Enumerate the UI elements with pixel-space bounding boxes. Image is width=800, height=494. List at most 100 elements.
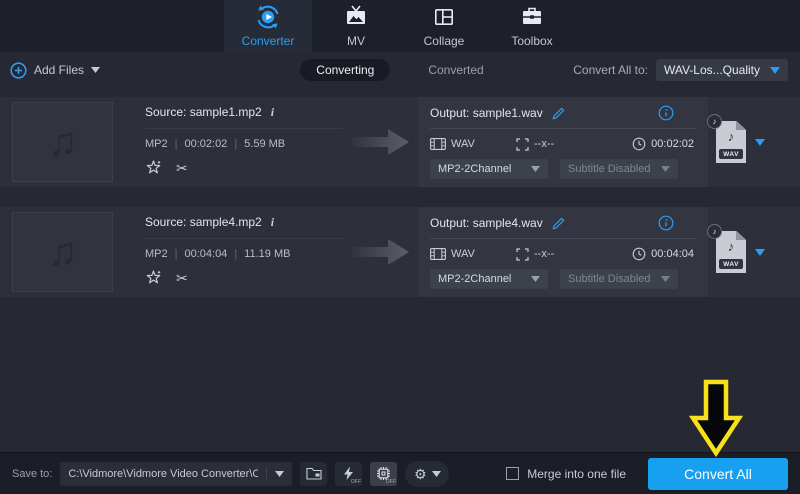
- off-tag: OFF: [351, 479, 362, 485]
- tab-toolbox[interactable]: Toolbox: [488, 0, 576, 52]
- output-resolution-value: --x--: [534, 248, 554, 260]
- tab-collage[interactable]: Collage: [400, 0, 488, 52]
- divider: [266, 467, 267, 481]
- media-format-icon: [430, 138, 446, 150]
- output-options: MP2-2Channel Subtitle Disabled: [430, 159, 696, 179]
- tab-mv[interactable]: MV: [312, 0, 400, 52]
- rename-pencil-icon[interactable]: [551, 216, 566, 231]
- audio-badge-icon: ♪: [707, 114, 722, 129]
- source-duration: 00:04:04: [184, 248, 227, 260]
- tab-converted[interactable]: Converted: [412, 59, 499, 81]
- file-row[interactable]: ♫ Source: sample1.mp2 i MP2| 00:02:02| 5…: [0, 97, 800, 187]
- audio-channel-dropdown[interactable]: MP2-2Channel: [430, 269, 548, 289]
- convert-all-to-value: WAV-Los...Quality: [664, 63, 760, 77]
- output-format-value: WAV: [451, 248, 475, 260]
- convert-all-button[interactable]: Convert All: [648, 458, 788, 490]
- annotation-arrow-down-icon: [689, 379, 743, 457]
- merge-checkbox[interactable]: [506, 467, 519, 480]
- audio-channel-value: MP2-2Channel: [438, 273, 511, 285]
- tab-converter[interactable]: Converter: [224, 0, 312, 52]
- audio-channel-value: MP2-2Channel: [438, 163, 511, 175]
- folder-icon: [306, 467, 322, 480]
- divider: [145, 238, 343, 239]
- wav-file-icon[interactable]: ♪ WAV ♪: [716, 121, 746, 163]
- open-folder-button[interactable]: [300, 462, 327, 486]
- source-column: Source: sample1.mp2 i MP2| 00:02:02| 5.5…: [145, 105, 357, 176]
- file-format-badge: WAV: [719, 259, 743, 269]
- off-tag: OFF: [386, 479, 397, 485]
- output-info-icon[interactable]: [658, 215, 674, 231]
- subtitle-value: Subtitle Disabled: [568, 163, 651, 175]
- source-meta: MP2| 00:02:02| 5.59 MB: [145, 138, 357, 150]
- source-size: 11.19 MB: [244, 248, 290, 260]
- music-note-icon: ♫: [48, 122, 78, 162]
- file-thumbnail[interactable]: ♫: [12, 102, 113, 182]
- wav-file-icon[interactable]: ♪ WAV ♪: [716, 231, 746, 273]
- output-filename: Output: sample1.wav: [430, 106, 543, 120]
- source-filename: Source: sample1.mp2: [145, 105, 262, 119]
- rename-pencil-icon[interactable]: [551, 106, 566, 121]
- tab-collage-label: Collage: [424, 34, 465, 48]
- subtitle-dropdown[interactable]: Subtitle Disabled: [560, 159, 678, 179]
- tab-converting[interactable]: Converting: [300, 59, 390, 81]
- tab-mv-label: MV: [347, 34, 365, 48]
- mv-icon: [343, 4, 369, 30]
- effects-star-icon[interactable]: [145, 269, 162, 286]
- output-meta: WAV --x-- 00:02:02: [430, 137, 696, 151]
- output-format-value: WAV: [451, 138, 475, 150]
- source-duration: 00:02:02: [184, 138, 227, 150]
- gpu-acceleration-button[interactable]: OFF: [370, 462, 397, 486]
- bottom-bar: Save to: C:\Vidmore\Vidmore Video Conver…: [0, 452, 800, 494]
- settings-button[interactable]: ⚙: [405, 461, 449, 487]
- convert-all-to-label: Convert All to:: [573, 63, 648, 77]
- toolbox-icon: [519, 4, 545, 30]
- chevron-down-icon: [661, 276, 670, 282]
- chevron-down-icon[interactable]: [275, 471, 284, 477]
- divider: [430, 238, 696, 239]
- source-meta: MP2| 00:04:04| 11.19 MB: [145, 248, 357, 260]
- conversion-arrow-icon: [352, 128, 410, 156]
- output-panel: Output: sample4.wav: [418, 207, 708, 297]
- cut-icon[interactable]: ✂: [176, 161, 188, 175]
- clock-icon: [632, 247, 646, 261]
- save-path-value: C:\Vidmore\Vidmore Video Converter\Conve…: [68, 468, 258, 480]
- source-info-icon[interactable]: i: [271, 215, 274, 230]
- subtitle-dropdown[interactable]: Subtitle Disabled: [560, 269, 678, 289]
- row-tools: ✂: [145, 269, 357, 286]
- subtitle-value: Subtitle Disabled: [568, 273, 651, 285]
- format-caret-icon[interactable]: [755, 139, 765, 146]
- output-panel: Output: sample1.wav: [418, 97, 708, 187]
- file-thumbnail[interactable]: ♫: [12, 212, 113, 292]
- top-navigation: Converter MV Collage: [0, 0, 800, 52]
- chevron-down-icon: [770, 67, 780, 74]
- chevron-down-icon: [531, 166, 540, 172]
- output-filename: Output: sample4.wav: [430, 216, 543, 230]
- effects-star-icon[interactable]: [145, 159, 162, 176]
- file-toolbar: Add Files Converting Converted Convert A…: [0, 52, 800, 88]
- source-format: MP2: [145, 248, 168, 260]
- tab-converter-label: Converter: [242, 34, 295, 48]
- save-path-field[interactable]: C:\Vidmore\Vidmore Video Converter\Conve…: [60, 462, 292, 486]
- merge-label: Merge into one file: [527, 467, 626, 481]
- output-meta: WAV --x-- 00:04:04: [430, 247, 696, 261]
- output-info-icon[interactable]: [658, 105, 674, 121]
- divider: [145, 128, 343, 129]
- convert-all-to-dropdown[interactable]: WAV-Los...Quality: [656, 59, 788, 81]
- media-format-icon: [430, 248, 446, 260]
- gear-icon: ⚙: [414, 467, 427, 481]
- output-resolution-value: --x--: [534, 138, 554, 150]
- file-format-badge: WAV: [719, 149, 743, 159]
- vidmore-video-converter-window: Converter MV Collage: [0, 0, 800, 494]
- cut-icon[interactable]: ✂: [176, 271, 188, 285]
- file-row[interactable]: ♫ Source: sample4.mp2 i MP2| 00:04:04| 1…: [0, 207, 800, 297]
- output-format-selector: ♪ WAV ♪: [716, 121, 765, 163]
- music-note-icon: ♪: [716, 239, 746, 254]
- save-to-label: Save to:: [12, 468, 52, 480]
- source-filename: Source: sample4.mp2: [145, 215, 262, 229]
- hardware-acceleration-button[interactable]: OFF: [335, 462, 362, 486]
- audio-channel-dropdown[interactable]: MP2-2Channel: [430, 159, 548, 179]
- collage-icon: [431, 4, 457, 30]
- source-info-icon[interactable]: i: [271, 105, 274, 120]
- resolution-icon: [516, 248, 529, 261]
- format-caret-icon[interactable]: [755, 249, 765, 256]
